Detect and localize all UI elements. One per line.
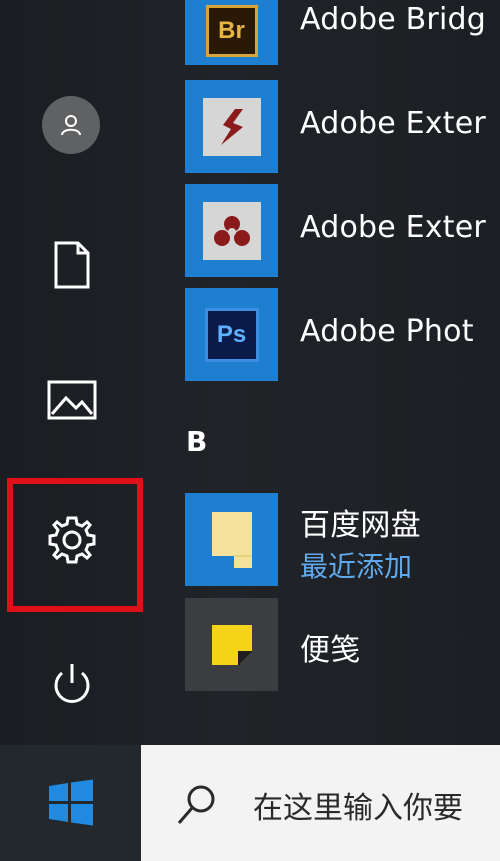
app-tile-adobe-extension-manager[interactable] <box>185 80 278 173</box>
user-icon <box>61 115 81 136</box>
pictures-button[interactable] <box>0 360 143 440</box>
adobe-extension-manager-icon <box>202 97 261 156</box>
app-label-baidu-netdisk[interactable]: 百度网盘 <box>300 500 421 544</box>
search-box[interactable]: 在这里输入你要 <box>141 745 500 861</box>
adobe-bridge-icon: Br <box>205 4 258 57</box>
search-icon <box>177 785 215 824</box>
bridge-badge: Br <box>218 16 245 44</box>
app-label-adobe-bridge[interactable]: Adobe Bridg <box>300 2 486 37</box>
app-tile-sticky-notes[interactable] <box>185 598 278 691</box>
start-button[interactable] <box>0 745 141 861</box>
app-label-adobe-extension-manager[interactable]: Adobe Exter <box>300 106 486 141</box>
app-tile-baidu-netdisk[interactable] <box>185 493 278 586</box>
app-label-adobe-extendscript[interactable]: Adobe Exter <box>300 210 486 245</box>
photoshop-badge: Ps <box>216 320 247 348</box>
recently-added-label: 最近添加 <box>300 550 413 583</box>
document-icon <box>54 241 89 289</box>
picture-icon <box>47 380 96 420</box>
adobe-photoshop-icon: Ps <box>204 307 259 362</box>
user-account-button[interactable] <box>42 96 100 154</box>
sticky-notes-icon <box>211 624 252 665</box>
baidu-netdisk-icon <box>211 511 252 568</box>
start-menu: Br Adobe Bridg Adobe Exter Adobe Exter P… <box>0 0 500 861</box>
app-label-sticky-notes[interactable]: 便笺 <box>300 625 360 669</box>
app-tile-adobe-extendscript[interactable] <box>185 184 278 277</box>
search-placeholder: 在这里输入你要 <box>253 791 463 826</box>
section-header-b[interactable]: B <box>186 425 207 458</box>
documents-button[interactable] <box>0 225 143 305</box>
adobe-extendscript-icon <box>202 201 261 260</box>
app-tile-adobe-bridge[interactable]: Br <box>185 0 278 65</box>
app-label-adobe-photoshop[interactable]: Adobe Phot <box>300 314 474 349</box>
power-icon <box>54 664 89 703</box>
settings-highlight-box <box>7 478 143 612</box>
app-tile-adobe-photoshop[interactable]: Ps <box>185 288 278 381</box>
power-button[interactable] <box>0 645 143 725</box>
windows-logo-icon <box>48 779 93 826</box>
